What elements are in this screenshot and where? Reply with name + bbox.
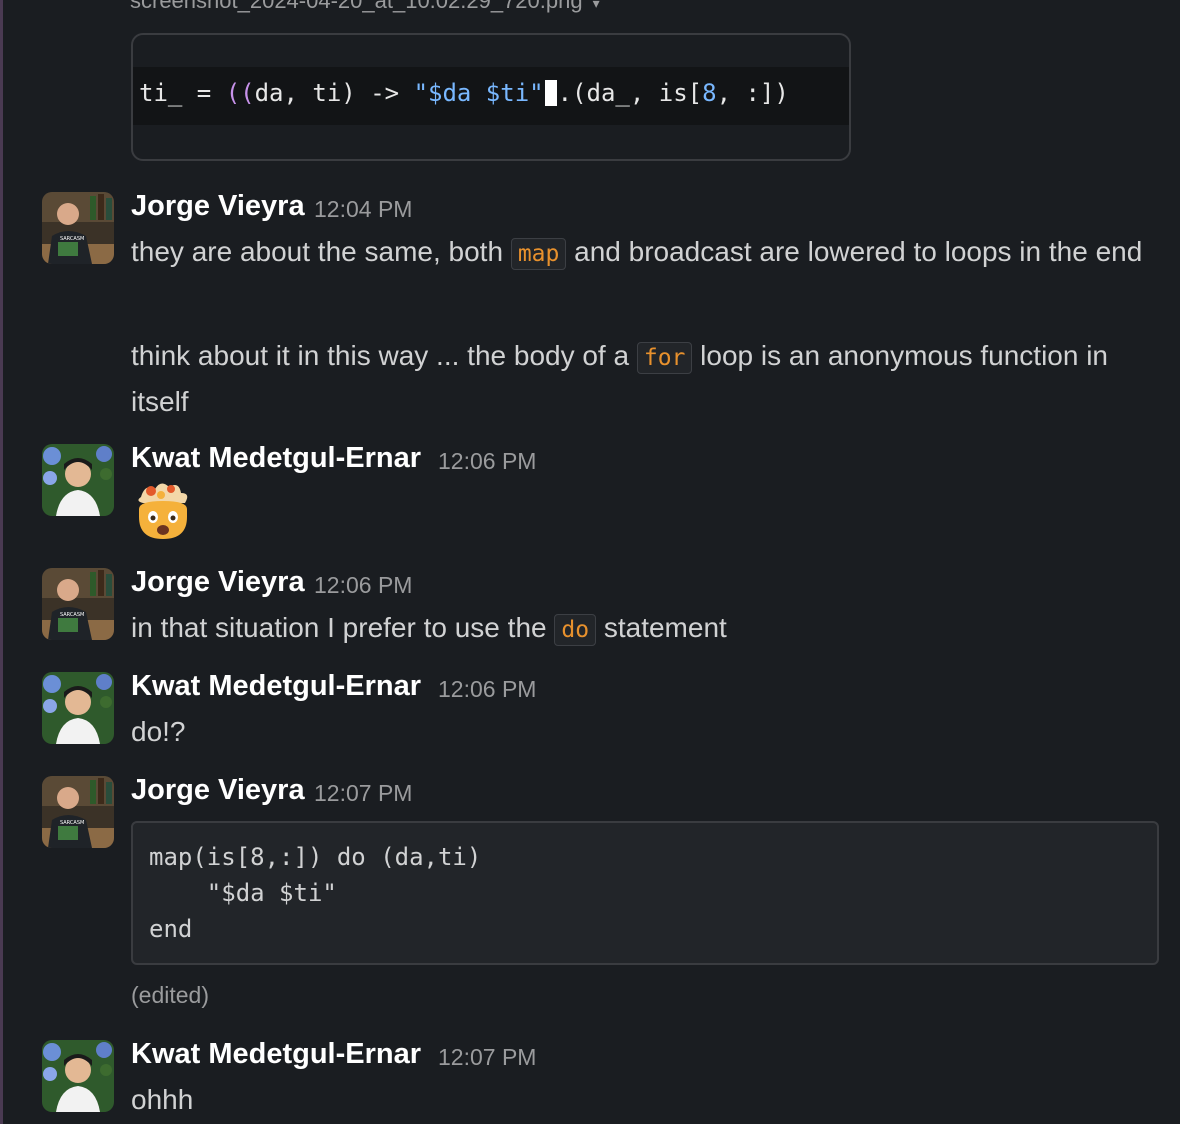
message-timestamp[interactable]: 12:07 PM [438, 1044, 536, 1071]
message-text: they are about the same, both map and br… [131, 230, 1161, 276]
avatar-image: SARCASM [42, 568, 114, 640]
code-token: ti_ = [139, 79, 226, 107]
code-block: map(is[8,:]) do (da,ti) "$da $ti" end [131, 821, 1159, 965]
inline-code: map [510, 238, 567, 270]
avatar-kwat-medetgul-ernar[interactable] [42, 444, 114, 516]
avatar-image: SARCASM [42, 192, 114, 264]
screenshot-code-line: ti_ = ((da, ti) -> "$da $ti" .(da_, is[8,… [133, 67, 849, 125]
message-timestamp[interactable]: 12:06 PM [314, 572, 412, 599]
svg-text:SARCASM: SARCASM [60, 612, 84, 618]
code-block-text: map(is[8,:]) do (da,ti) "$da $ti" end [149, 843, 482, 943]
chevron-down-icon[interactable]: ▾ [593, 0, 600, 11]
avatar-kwat-medetgul-ernar[interactable] [42, 672, 114, 744]
message-text: do!? [131, 716, 186, 747]
svg-text:SARCASM: SARCASM [60, 820, 84, 826]
code-token: da, ti) -> [254, 79, 414, 107]
exploding-head-icon [131, 479, 195, 543]
code-token: (( [225, 79, 255, 107]
message-author[interactable]: Kwat Medetgul-Ernar [131, 670, 421, 703]
message-text: think about it in this way ... the body … [131, 334, 1161, 424]
avatar-image: SARCASM [42, 776, 114, 848]
message-text: in that situation I prefer to use the do… [131, 606, 1161, 652]
code-token: .(da_, is[ [557, 79, 703, 107]
message-timestamp[interactable]: 12:04 PM [314, 196, 412, 223]
file-name-text[interactable]: screenshot_2024-04-20_at_10.02.29_720.pn… [130, 0, 583, 13]
message-author[interactable]: Jorge Vieyra [131, 774, 305, 807]
code-token: "$da $ti" [413, 79, 544, 107]
svg-text:SARCASM: SARCASM [60, 236, 84, 242]
code-token: 8 [702, 79, 717, 107]
image-attachment-preview[interactable]: ti_ = ((da, ti) -> "$da $ti" .(da_, is[8,… [131, 33, 851, 161]
message-author[interactable]: Jorge Vieyra [131, 190, 305, 223]
message-timestamp[interactable]: 12:07 PM [314, 780, 412, 807]
message-text: ohhh [131, 1084, 194, 1115]
message-text-part: statement [596, 612, 727, 643]
message-author[interactable]: Jorge Vieyra [131, 566, 305, 599]
channel-left-border [0, 0, 3, 1124]
file-attachment-name[interactable]: screenshot_2024-04-20_at_10.02.29_720.pn… [130, 0, 600, 14]
avatar-image [42, 1040, 114, 1112]
edited-label: (edited) [131, 982, 209, 1008]
avatar-image [42, 672, 114, 744]
text-cursor-highlight [544, 80, 557, 106]
avatar-jorge-vieyra[interactable]: SARCASM [42, 568, 114, 640]
avatar-kwat-medetgul-ernar[interactable] [42, 1040, 114, 1112]
code-token: , :]) [716, 79, 789, 107]
message-timestamp[interactable]: 12:06 PM [438, 448, 536, 475]
message-text-part: they are about the same, both [131, 236, 511, 267]
avatar-image [42, 444, 114, 516]
avatar-jorge-vieyra[interactable]: SARCASM [42, 776, 114, 848]
message-text-part: and broadcast are lowered to loops in th… [566, 236, 1143, 267]
message-author[interactable]: Kwat Medetgul-Ernar [131, 1038, 421, 1071]
message-text-part: think about it in this way ... the body … [131, 340, 637, 371]
screenshot-code-text: ti_ = ((da, ti) -> "$da $ti" .(da_, is[8,… [139, 79, 789, 107]
avatar-jorge-vieyra[interactable]: SARCASM [42, 192, 114, 264]
message-text-part: in that situation I prefer to use the [131, 612, 555, 643]
message-author[interactable]: Kwat Medetgul-Ernar [131, 442, 421, 475]
inline-code: for [636, 342, 693, 374]
inline-code: do [554, 614, 597, 646]
message-timestamp[interactable]: 12:06 PM [438, 676, 536, 703]
